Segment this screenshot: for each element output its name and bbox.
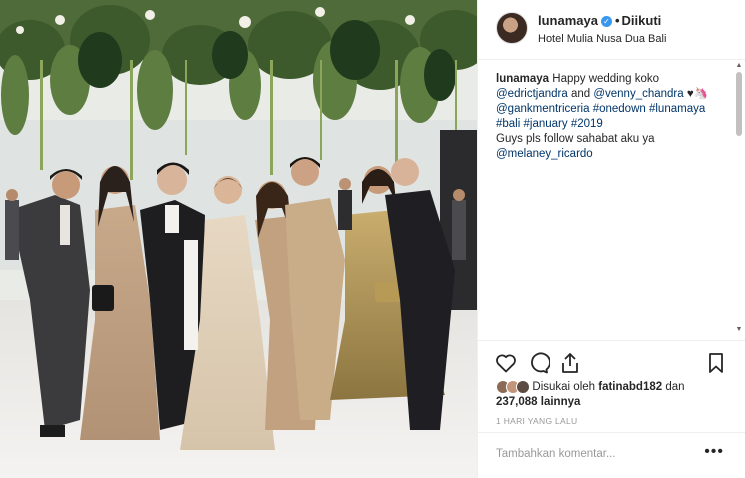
mention-link[interactable]: @melaney_ricardo xyxy=(496,148,593,160)
more-options-icon[interactable]: ••• xyxy=(704,443,724,461)
scroll-up-arrow-icon[interactable]: ▲ xyxy=(735,62,743,70)
post-photo[interactable] xyxy=(0,0,477,478)
mention-link[interactable]: @edrictjandra xyxy=(496,88,568,100)
likes-summary: Disukai oleh fatinabd182 dan 237,088 lai… xyxy=(496,380,728,410)
post-actions-bar xyxy=(478,340,745,381)
caption-username[interactable]: lunamaya xyxy=(496,73,549,85)
likes-count[interactable]: 237,088 xyxy=(496,396,538,408)
post-side-panel: lunamaya ✓ • Diikuti Hotel Mulia Nusa Dua B… xyxy=(477,0,745,478)
comment-icon[interactable] xyxy=(526,351,550,375)
post-caption: lunamaya Happy wedding koko @edrictjandr… xyxy=(496,72,708,162)
scrollbar-thumb[interactable] xyxy=(736,72,742,136)
instagram-post-modal: lunamaya ✓ • Diikuti Hotel Mulia Nusa Dua B… xyxy=(0,0,745,478)
hashtag-link[interactable]: #january xyxy=(524,118,568,130)
caption-emoji: ♥🦄 xyxy=(683,88,709,100)
hashtag-link[interactable]: #2019 xyxy=(571,118,603,130)
post-author: lunamaya ✓ • Diikuti xyxy=(538,13,661,28)
likes-middle: dan xyxy=(662,381,685,394)
wedding-group-photo xyxy=(0,0,477,478)
caption-scrollbar[interactable]: ▲ ▼ xyxy=(735,62,743,334)
mention-link[interactable]: @gankmentriceria xyxy=(496,103,590,115)
likes-suffix[interactable]: lainnya xyxy=(538,396,581,408)
follow-status-button[interactable]: Diikuti xyxy=(622,13,662,28)
heart-icon[interactable] xyxy=(494,351,518,375)
hashtag-link[interactable]: #lunamaya xyxy=(649,103,705,115)
comment-input[interactable]: Tambahkan komentar... xyxy=(496,448,616,460)
caption-and: and xyxy=(567,88,594,100)
username-link[interactable]: lunamaya xyxy=(538,13,598,28)
avatar[interactable] xyxy=(496,12,528,44)
hashtag-link[interactable]: #onedown xyxy=(593,103,646,115)
caption-text-1: Happy wedding koko xyxy=(549,73,660,85)
caption-text-2: Guys pls follow sahabat aku ya xyxy=(496,133,655,145)
post-header: lunamaya ✓ • Diikuti Hotel Mulia Nusa Dua B… xyxy=(478,0,745,60)
separator-dot: • xyxy=(614,13,620,28)
share-icon[interactable] xyxy=(558,351,582,375)
bookmark-icon[interactable] xyxy=(704,351,728,375)
scroll-down-arrow-icon[interactable]: ▼ xyxy=(735,326,743,334)
location-link[interactable]: Hotel Mulia Nusa Dua Bali xyxy=(538,33,666,45)
liker-avatars[interactable] xyxy=(496,380,530,394)
comment-box: Tambahkan komentar... ••• xyxy=(478,432,745,478)
post-timestamp[interactable]: 1 HARI YANG LALU xyxy=(496,416,578,426)
hashtag-link[interactable]: #bali xyxy=(496,118,520,130)
verified-icon: ✓ xyxy=(600,16,612,28)
mention-link[interactable]: @venny_chandra xyxy=(593,88,683,100)
liker-username[interactable]: fatinabd182 xyxy=(598,381,662,393)
likes-prefix: Disukai oleh xyxy=(532,381,599,394)
